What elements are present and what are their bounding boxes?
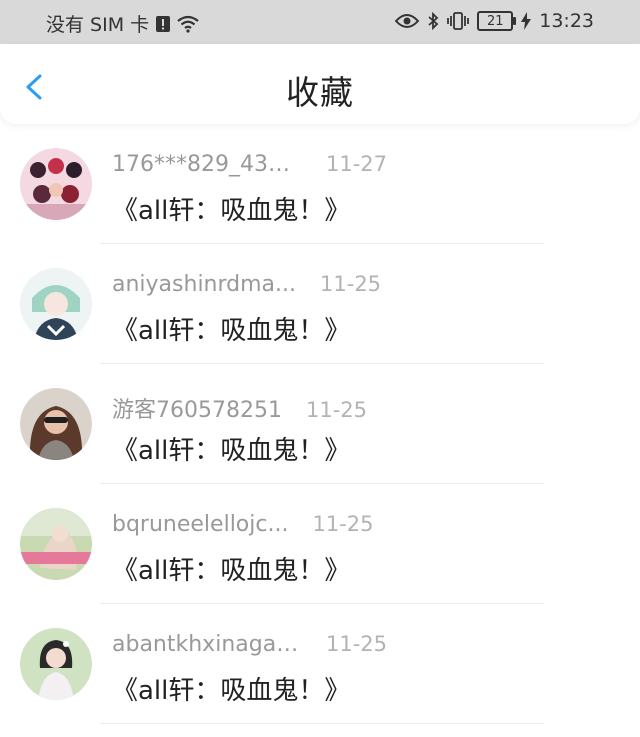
item-title: 《all轩：吸血鬼！》	[112, 196, 351, 226]
carrier-text: 没有 SIM 卡	[46, 14, 150, 36]
avatar[interactable]	[20, 508, 92, 580]
item-meta: abantkhxinagape 11-25	[112, 632, 387, 657]
divider	[100, 723, 544, 724]
item-date: 11-25	[326, 632, 388, 656]
item-meta: aniyashinrdma... 11-25	[112, 272, 381, 297]
list-item[interactable]: abantkhxinagape 11-25 《all轩：吸血鬼！》	[0, 604, 640, 724]
avatar[interactable]	[20, 628, 92, 700]
clock-time: 13:23	[539, 10, 594, 32]
item-username: 176***829_434...	[112, 152, 302, 177]
bluetooth-icon	[427, 12, 439, 30]
item-date: 11-25	[320, 272, 382, 296]
battery-level: 21	[486, 13, 504, 29]
item-title: 《all轩：吸血鬼！》	[112, 436, 351, 466]
sim-alert-icon	[155, 15, 171, 33]
battery-indicator: 21	[477, 11, 517, 31]
list-item[interactable]: 176***829_434... 11-27 《all轩：吸血鬼！》	[0, 124, 640, 244]
item-meta: 游客760578251 11-25	[112, 392, 367, 424]
avatar[interactable]	[20, 148, 92, 220]
item-date: 11-25	[305, 398, 368, 422]
list-item[interactable]: 游客760578251 11-25 《all轩：吸血鬼！》	[0, 364, 640, 484]
item-meta: 176***829_434... 11-27	[112, 152, 387, 177]
avatar[interactable]	[20, 268, 92, 340]
item-username: bqruneelellojc...	[112, 512, 289, 537]
item-title: 《all轩：吸血鬼！》	[112, 676, 351, 706]
item-username: 游客760578251	[112, 398, 282, 423]
eye-icon	[395, 13, 420, 29]
item-title: 《all轩：吸血鬼！》	[112, 316, 351, 346]
list-item[interactable]: aniyashinrdma... 11-25 《all轩：吸血鬼！》	[0, 244, 640, 364]
vibrate-icon	[447, 12, 470, 30]
item-username: aniyashinrdma...	[112, 272, 297, 297]
wifi-icon	[177, 15, 199, 33]
item-title: 《all轩：吸血鬼！》	[112, 556, 351, 586]
item-date: 11-27	[326, 152, 388, 176]
item-meta: bqruneelellojc... 11-25	[112, 512, 373, 537]
status-bar: 没有 SIM 卡 21 13:23	[0, 0, 640, 44]
nav-bar: 收藏	[0, 44, 640, 124]
status-left: 没有 SIM 卡	[46, 10, 199, 37]
item-username: abantkhxinagape	[112, 632, 302, 657]
item-date: 11-25	[312, 512, 374, 536]
list-item[interactable]: bqruneelellojc... 11-25 《all轩：吸血鬼！》	[0, 484, 640, 604]
page-title: 收藏	[286, 73, 354, 112]
favorites-list: 176***829_434... 11-27 《all轩：吸血鬼！》 aniya…	[0, 124, 640, 724]
status-right: 21 13:23	[395, 10, 594, 32]
avatar[interactable]	[20, 388, 92, 460]
charging-icon	[521, 12, 532, 30]
